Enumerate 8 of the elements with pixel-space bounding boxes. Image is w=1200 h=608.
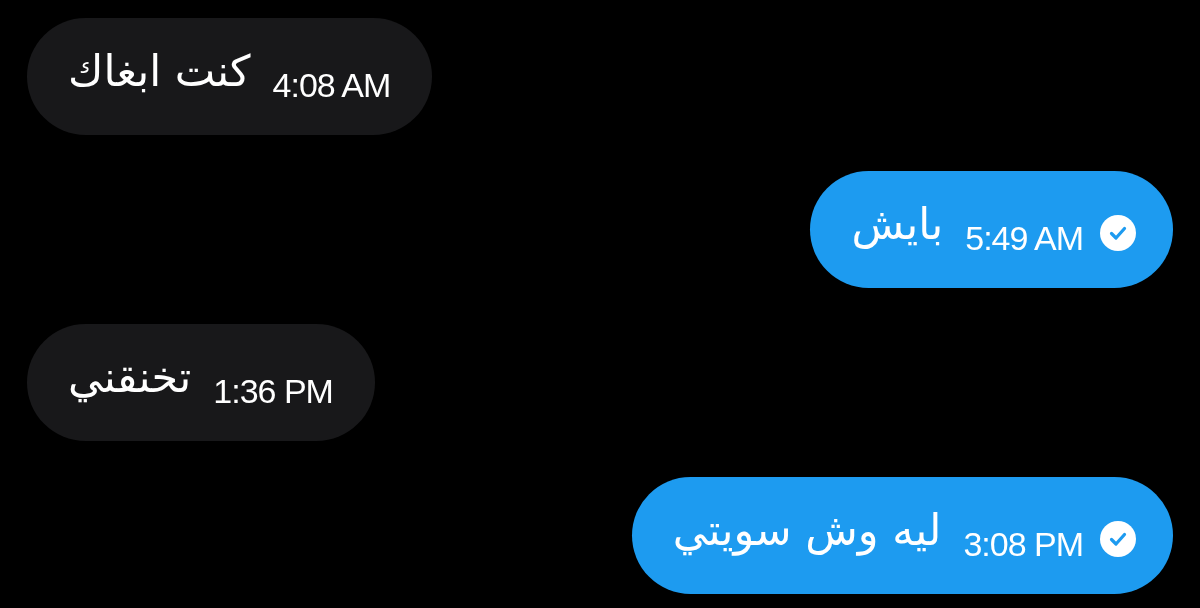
message-time: 1:36 PM — [213, 372, 333, 411]
message-text: بايش — [851, 198, 944, 251]
message-text: ليه وش سويتي — [672, 504, 942, 557]
message-time: 4:08 AM — [272, 66, 391, 105]
message-text: كنت ابغاك — [68, 45, 251, 98]
message-time: 5:49 AM — [965, 219, 1083, 258]
message-text: تخنقني — [68, 351, 192, 404]
message-time: 3:08 PM — [963, 525, 1083, 564]
